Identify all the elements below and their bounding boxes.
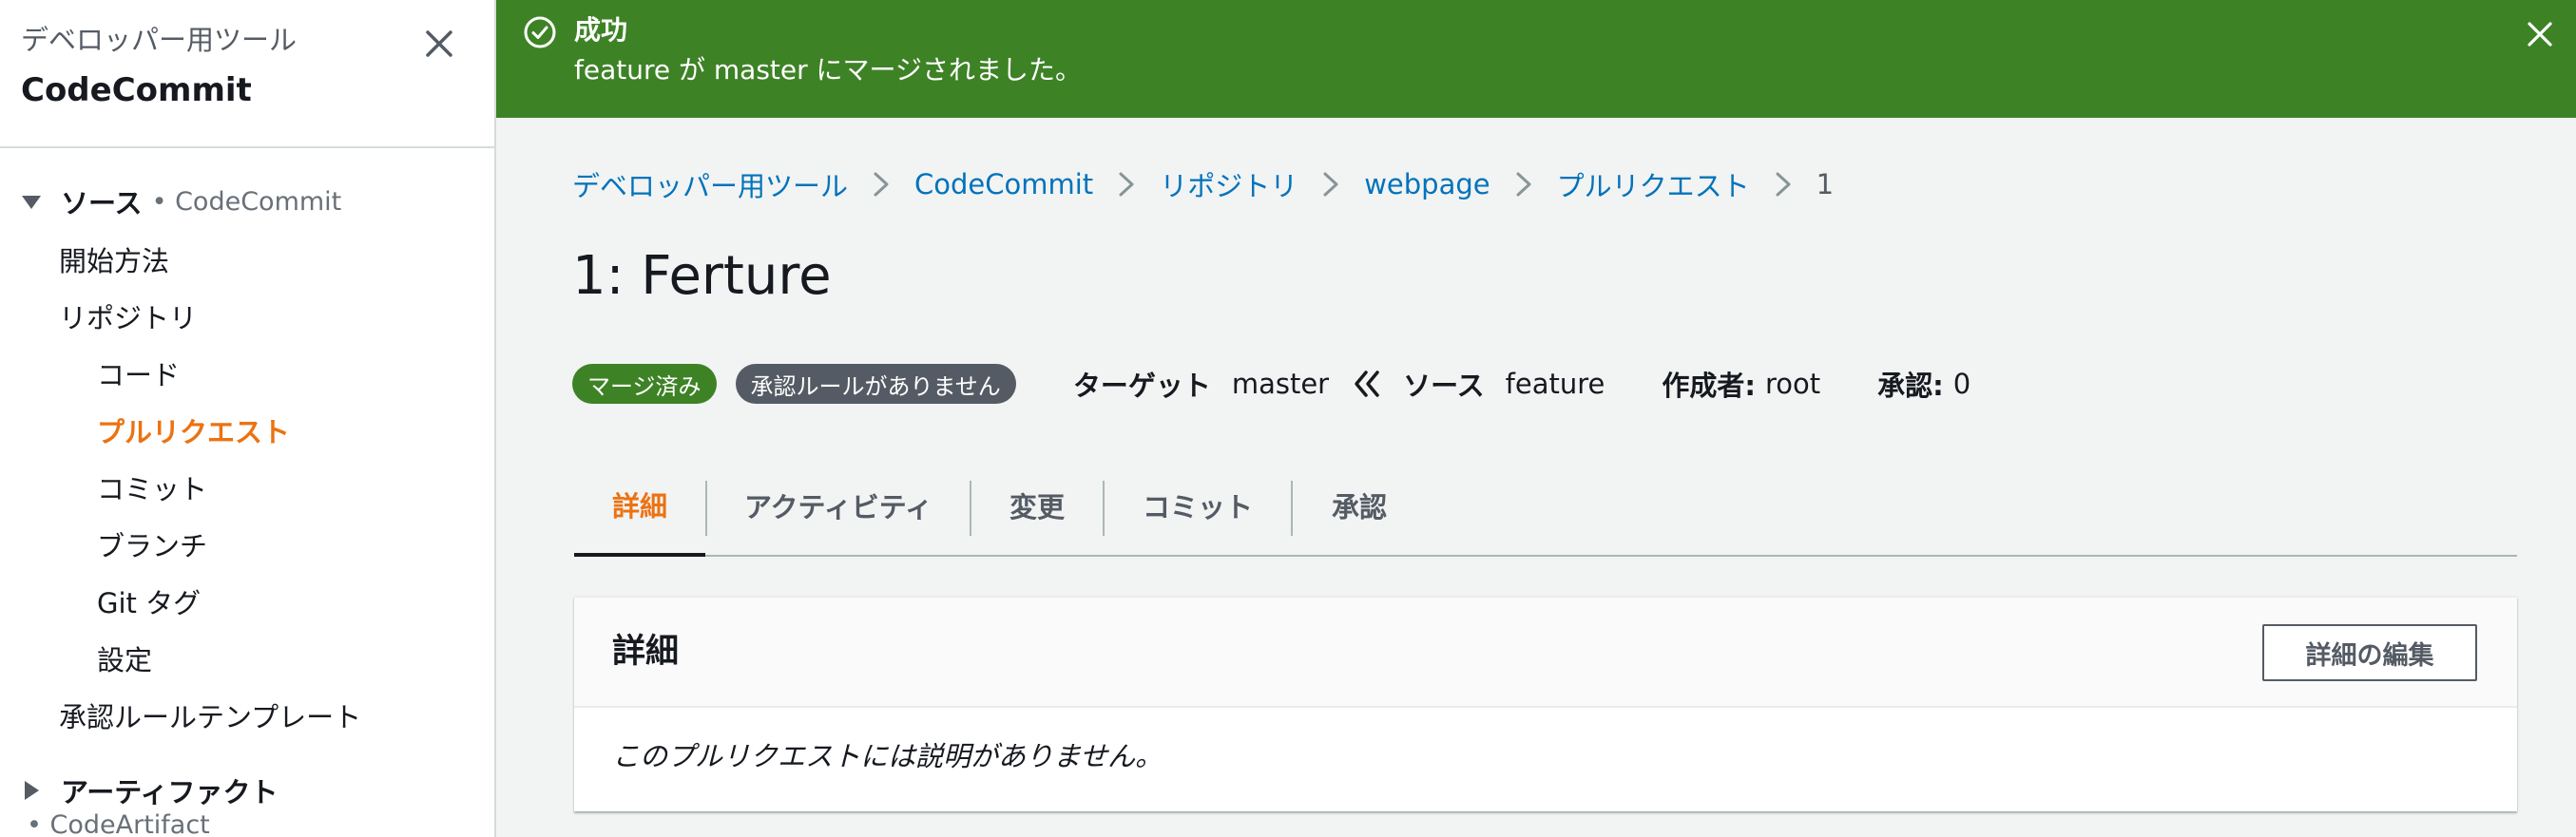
breadcrumb: デベロッパー用ツール CodeCommit リポジトリ webpage プルリク… (572, 162, 1834, 207)
breadcrumb-pull-requests[interactable]: プルリクエスト (1557, 164, 1750, 204)
sidebar-section-source[interactable]: ソース • CodeCommit (21, 181, 341, 222)
success-flash-bar: 成功 feature が master にマージされました。 (496, 0, 2576, 118)
sidebar-close-button[interactable] (416, 21, 462, 67)
tab-approvals[interactable]: 承認 (1293, 456, 1426, 555)
sidebar-item-approval-templates[interactable]: 承認ルールテンプレート (59, 696, 361, 738)
sidebar-item-settings[interactable]: 設定 (97, 639, 152, 681)
approvals-label: 承認: (1877, 370, 1944, 402)
details-panel: 詳細 詳細の編集 このプルリクエストには説明がありません。 (574, 597, 2517, 811)
chevron-right-icon (1298, 162, 1364, 207)
breadcrumb-current: 1 (1816, 168, 1835, 200)
sidebar-title[interactable]: CodeCommit (21, 67, 475, 114)
breadcrumb-codecommit[interactable]: CodeCommit (914, 168, 1093, 200)
edit-details-button[interactable]: 詳細の編集 (2262, 624, 2477, 681)
sidebar-item-repositories[interactable]: リポジトリ (59, 297, 197, 339)
flash-title: 成功 (574, 14, 628, 46)
sidebar-header: デベロッパー用ツール CodeCommit (21, 21, 475, 125)
sidebar-item-pull-requests[interactable]: プルリクエスト (97, 411, 290, 453)
double-chevron-left-icon (1348, 365, 1386, 403)
merged-status-badge: マージ済み (572, 364, 717, 404)
tab-bar: 詳細 アクティビティ 変更 コミット 承認 (574, 456, 2517, 557)
breadcrumb-webpage[interactable]: webpage (1364, 168, 1490, 200)
close-icon (2528, 22, 2552, 47)
sidebar-section-label: アーティファクト (61, 776, 279, 808)
chevron-right-icon (1093, 162, 1160, 207)
approvals-count: 0 (1952, 368, 1971, 400)
sidebar-divider (0, 146, 494, 148)
sidebar-section-label: ソース (61, 187, 143, 219)
sidebar-item-getting-started[interactable]: 開始方法 (59, 240, 169, 282)
sidebar-section-sublabel: • CodeCommit (151, 186, 342, 217)
pull-request-metadata: マージ済み 承認ルールがありません ターゲット master ソース featu… (572, 363, 1970, 405)
author-value: root (1764, 368, 1821, 400)
tab-activity[interactable]: アクティビティ (707, 456, 970, 555)
close-icon (426, 30, 452, 57)
sidebar-item-code[interactable]: コード (97, 354, 180, 396)
source-branch: feature (1505, 368, 1605, 400)
target-label: ターゲット (1072, 370, 1211, 402)
flash-message: feature が master にマージされました。 (574, 54, 1082, 86)
breadcrumb-repositories[interactable]: リポジトリ (1160, 164, 1298, 204)
caret-right-icon (21, 776, 49, 805)
chevron-right-icon (1490, 162, 1557, 207)
flash-dismiss-button[interactable] (2519, 13, 2561, 55)
tab-changes[interactable]: 変更 (971, 456, 1103, 555)
tab-details[interactable]: 詳細 (574, 456, 705, 557)
details-panel-title: 詳細 (612, 633, 680, 671)
chevron-right-icon (848, 162, 914, 207)
tab-commits[interactable]: コミット (1105, 456, 1291, 555)
side-navigation: デベロッパー用ツール CodeCommit ソース • CodeCommit 開… (0, 0, 496, 837)
sidebar-item-branches[interactable]: ブランチ (97, 525, 207, 567)
sidebar-item-commits[interactable]: コミット (97, 468, 207, 510)
approval-rule-badge: 承認ルールがありません (735, 364, 1016, 404)
check-circle-icon (524, 16, 556, 48)
chevron-right-icon (1750, 162, 1817, 207)
source-label: ソース (1403, 370, 1485, 402)
sidebar-item-git-tags[interactable]: Git タグ (97, 582, 201, 624)
details-panel-header: 詳細 詳細の編集 (574, 598, 2517, 708)
author-label: 作成者: (1662, 370, 1756, 402)
details-description: このプルリクエストには説明がありません。 (612, 740, 1163, 772)
target-branch: master (1231, 368, 1330, 400)
page-title: 1: Ferture (572, 245, 832, 307)
breadcrumb-developer-tools[interactable]: デベロッパー用ツール (572, 164, 848, 204)
sidebar-section-artifact[interactable]: アーティファクト (21, 770, 279, 811)
caret-down-icon (21, 187, 49, 216)
sidebar-supertitle: デベロッパー用ツール (21, 24, 298, 56)
sidebar-section-sublabel: • CodeArtifact (27, 810, 210, 837)
